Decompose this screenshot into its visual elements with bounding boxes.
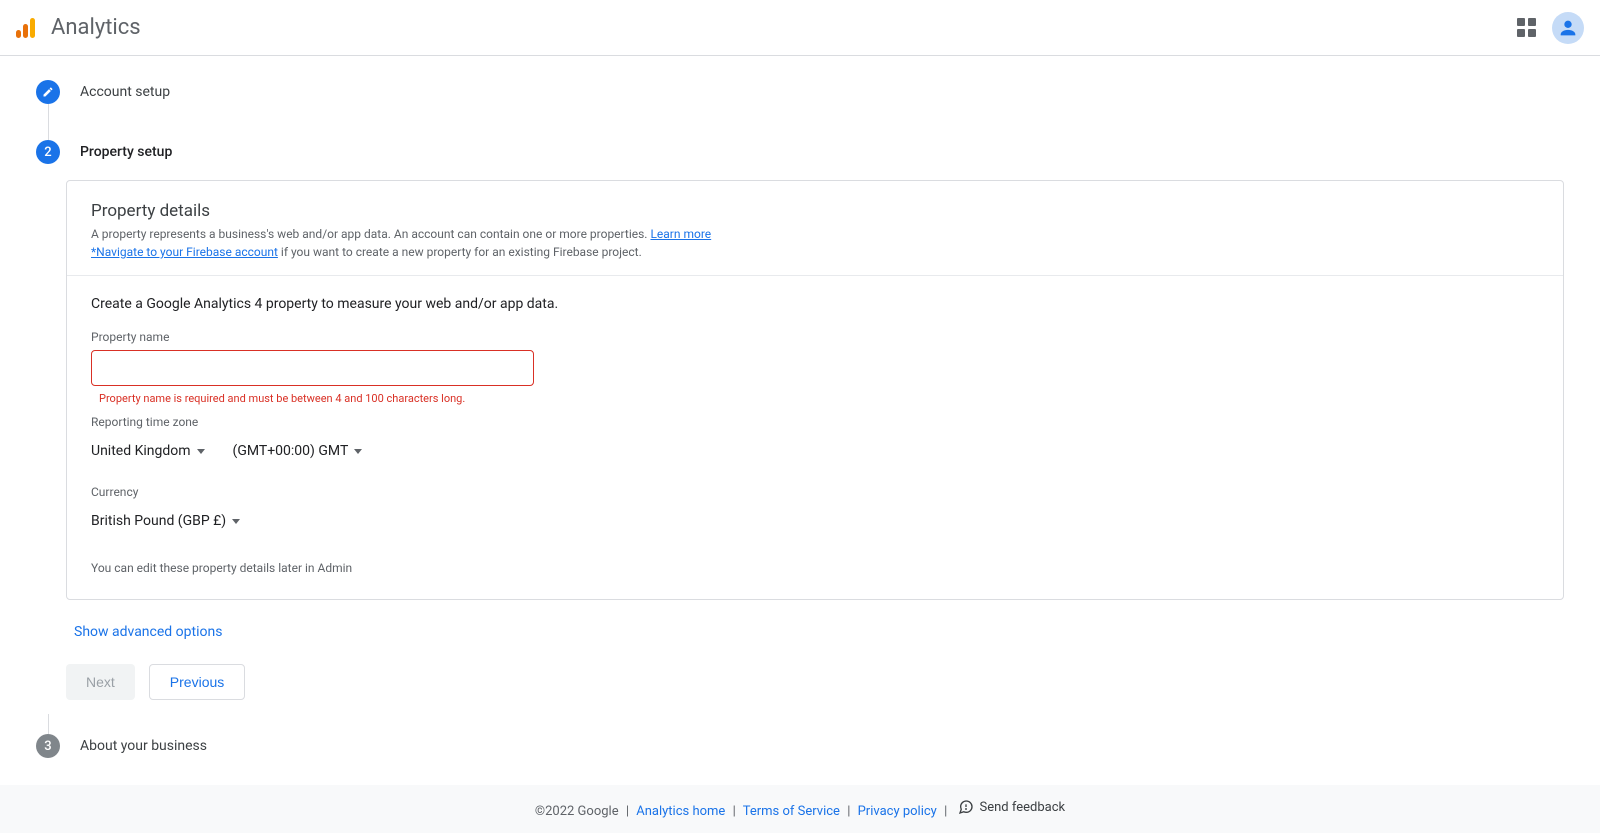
show-advanced-options-link[interactable]: Show advanced options [74, 624, 222, 640]
card-title: Property details [91, 201, 1539, 221]
timezone-country-value: United Kingdom [91, 443, 191, 459]
learn-more-link[interactable]: Learn more [650, 227, 711, 241]
footer-privacy-link[interactable]: Privacy policy [858, 804, 937, 819]
currency-dropdown[interactable]: British Pound (GBP £) [91, 511, 240, 531]
firebase-link[interactable]: *Navigate to your Firebase account [91, 245, 278, 259]
card-description: A property represents a business's web a… [91, 225, 1539, 261]
property-setup-panel: Property details A property represents a… [66, 180, 1564, 700]
property-name-error: Property name is required and must be be… [99, 392, 1539, 405]
card-desc-suffix: if you want to create a new property for… [278, 245, 642, 259]
next-button[interactable]: Next [66, 664, 135, 700]
card-body: Create a Google Analytics 4 property to … [67, 276, 1563, 599]
property-details-card: Property details A property represents a… [66, 180, 1564, 600]
timezone-country-dropdown[interactable]: United Kingdom [91, 441, 205, 461]
caret-down-icon [197, 449, 205, 454]
stepper-connector-1 [48, 104, 49, 140]
analytics-logo-icon [16, 18, 35, 38]
step-1-indicator [36, 80, 60, 104]
header-right [1517, 12, 1584, 44]
footer-copyright: ©2022 Google [535, 804, 619, 819]
feedback-label: Send feedback [979, 800, 1065, 815]
form-heading: Create a Google Analytics 4 property to … [91, 296, 1539, 312]
step-3-indicator: 3 [36, 734, 60, 758]
step-3-label: About your business [80, 738, 207, 754]
main-content: Account setup 2 Property setup Property … [0, 56, 1600, 785]
app-header: Analytics [0, 0, 1600, 56]
card-desc-text: A property represents a business's web a… [91, 227, 650, 241]
apps-menu-icon[interactable] [1517, 18, 1536, 37]
stepper-step-3: 3 About your business [36, 734, 1564, 758]
card-header: Property details A property represents a… [67, 181, 1563, 276]
account-avatar[interactable] [1552, 12, 1584, 44]
feedback-icon [958, 799, 974, 815]
timezone-zone-value: (GMT+00:00) GMT [233, 443, 349, 459]
admin-hint: You can edit these property details late… [91, 561, 1539, 575]
currency-label: Currency [91, 485, 1539, 499]
page-footer: ©2022 Google | Analytics home | Terms of… [0, 785, 1600, 833]
step-2-label: Property setup [80, 144, 172, 160]
property-name-input[interactable] [91, 350, 534, 386]
stepper-step-1[interactable]: Account setup [36, 80, 1564, 104]
stepper-step-2: 2 Property setup [36, 140, 1564, 164]
footer-analytics-home-link[interactable]: Analytics home [636, 804, 725, 819]
caret-down-icon [232, 519, 240, 524]
send-feedback-button[interactable]: Send feedback [958, 799, 1065, 815]
caret-down-icon [354, 449, 362, 454]
pencil-icon [42, 86, 54, 98]
header-left: Analytics [16, 15, 141, 40]
footer-tos-link[interactable]: Terms of Service [743, 804, 840, 819]
person-icon [1557, 17, 1579, 39]
step-2-indicator: 2 [36, 140, 60, 164]
property-name-label: Property name [91, 330, 1539, 344]
button-row: Next Previous [66, 664, 1564, 700]
step-1-label: Account setup [80, 84, 170, 100]
stepper-connector-2 [48, 714, 49, 734]
currency-value: British Pound (GBP £) [91, 513, 226, 529]
product-name: Analytics [51, 15, 141, 40]
timezone-zone-dropdown[interactable]: (GMT+00:00) GMT [233, 441, 363, 461]
timezone-label: Reporting time zone [91, 415, 1539, 429]
previous-button[interactable]: Previous [149, 664, 245, 700]
